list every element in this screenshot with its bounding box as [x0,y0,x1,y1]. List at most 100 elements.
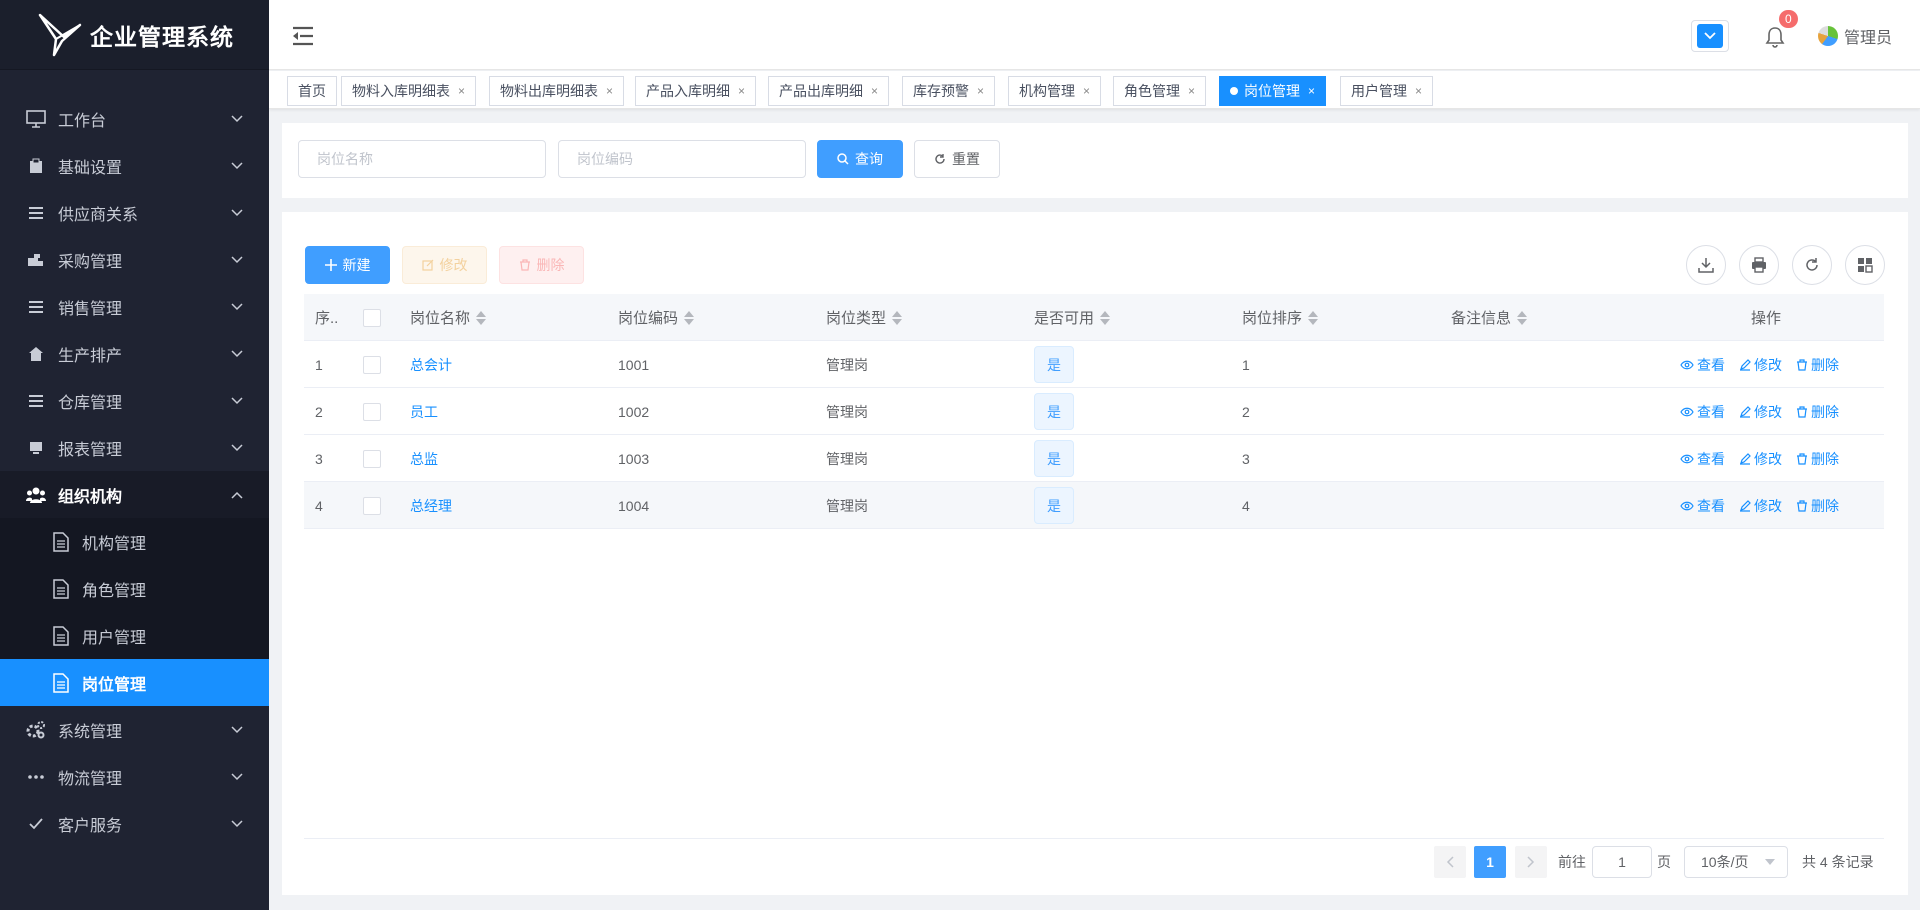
query-button[interactable]: 查询 [817,140,903,178]
header-type-cell[interactable]: 岗位类型 [826,294,903,341]
cell-name-link[interactable]: 总经理 [410,482,452,529]
header-code-cell[interactable]: 岗位编码 [618,294,695,341]
position-name-input[interactable]: 岗位名称 [298,140,546,178]
tab-user-management[interactable]: 用户管理 × [1340,76,1434,106]
sort-icon[interactable] [476,310,487,325]
page-size-select[interactable]: 10条/页 [1684,846,1788,878]
close-icon[interactable]: × [1188,84,1195,98]
next-page-button[interactable] [1515,846,1547,878]
collapse-menu-icon[interactable] [291,25,315,47]
header-name-cell[interactable]: 岗位名称 [410,294,487,341]
cell-name-link[interactable]: 员工 [410,388,438,435]
delete-link[interactable]: 删除 [1796,449,1839,469]
edit-link[interactable]: 修改 [1739,402,1782,422]
row-checkbox[interactable] [363,355,381,374]
delete-button[interactable]: 删除 [499,246,584,284]
cell-name-link[interactable]: 总监 [410,435,438,482]
view-link[interactable]: 查看 [1680,402,1725,422]
header-enabled-cell[interactable]: 是否可用 [1034,294,1111,341]
sidebar-item-organization[interactable]: 组织机构 [0,471,269,518]
sidebar-item-user-management[interactable]: 用户管理 [0,612,269,659]
tab-home[interactable]: 首页 [287,76,337,106]
delete-link[interactable]: 删除 [1796,402,1839,422]
select-all-checkbox[interactable] [363,308,381,327]
goto-page-input[interactable]: 1 [1592,846,1652,878]
sidebar-item-customer-service[interactable]: 客户服务 [0,800,269,847]
user-menu[interactable]: 管理员 [1818,24,1892,48]
plus-icon [324,259,337,271]
view-link[interactable]: 查看 [1680,449,1725,469]
edit-link[interactable]: 修改 [1739,449,1782,469]
refresh-button[interactable] [1792,245,1832,285]
edit-button[interactable]: 修改 [402,246,487,284]
sort-icon[interactable] [1100,310,1111,325]
tab-product-out[interactable]: 产品出库明细 × [768,76,890,106]
table-row[interactable]: 4 总经理 1004 管理岗 是 4 查看 修改 删除 [304,482,1884,529]
table-row[interactable]: 2 员工 1002 管理岗 是 2 查看 修改 删除 [304,388,1884,435]
sidebar-item-sales[interactable]: 销售管理 [0,283,269,330]
sidebar-item-logistics[interactable]: 物流管理 [0,753,269,800]
row-checkbox[interactable] [363,449,381,468]
header-sort-cell[interactable]: 岗位排序 [1242,294,1319,341]
tab-role-management[interactable]: 角色管理 × [1113,76,1207,106]
view-link[interactable]: 查看 [1680,355,1725,375]
close-icon[interactable]: × [977,84,984,98]
sidebar-item-suppliers[interactable]: 供应商关系 [0,189,269,236]
sidebar-item-position-management[interactable]: 岗位管理 [0,659,269,706]
sidebar-item-system[interactable]: 系统管理 [0,706,269,753]
view-link[interactable]: 查看 [1680,496,1725,516]
row-checkbox[interactable] [363,402,381,421]
export-button[interactable] [1686,245,1726,285]
close-icon[interactable]: × [738,84,745,98]
header-sort: 岗位排序 [1242,310,1303,327]
table-row[interactable]: 1 总会计 1001 管理岗 是 1 查看 修改 删除 [304,341,1884,388]
sidebar-item-org-management[interactable]: 机构管理 [0,518,269,565]
tab-org-management[interactable]: 机构管理 × [1008,76,1102,106]
header-dropdown[interactable] [1691,20,1729,52]
columns-button[interactable] [1845,245,1885,285]
sort-icon[interactable] [684,310,695,325]
delete-link[interactable]: 删除 [1796,355,1839,375]
sidebar-item-role-management[interactable]: 角色管理 [0,565,269,612]
position-code-input[interactable]: 岗位编码 [558,140,806,178]
sort-icon[interactable] [1308,310,1319,325]
page-number-current[interactable]: 1 [1474,846,1506,878]
delete-button-label: 删除 [536,257,565,273]
cell-sort: 3 [1242,450,1250,467]
close-icon[interactable]: × [1308,84,1315,98]
sidebar-item-workbench[interactable]: 工作台 [0,95,269,142]
table-row[interactable]: 3 总监 1003 管理岗 是 3 查看 修改 删除 [304,435,1884,482]
close-icon[interactable]: × [1083,84,1090,98]
close-icon[interactable]: × [458,84,465,98]
sidebar-item-label: 销售管理 [58,300,123,318]
bell-icon[interactable] [1765,26,1785,48]
tab-material-out[interactable]: 物料出库明细表 × [489,76,625,106]
reset-button[interactable]: 重置 [914,140,1000,178]
sidebar-item-production[interactable]: 生产排产 [0,330,269,377]
edit-link[interactable]: 修改 [1739,496,1782,516]
edit-link[interactable]: 修改 [1739,355,1782,375]
new-button[interactable]: 新建 [305,246,390,284]
close-icon[interactable]: × [1415,84,1422,98]
header-remark-cell[interactable]: 备注信息 [1451,294,1528,341]
sidebar-item-purchasing[interactable]: 采购管理 [0,236,269,283]
print-button[interactable] [1739,245,1779,285]
tab-material-in[interactable]: 物料入库明细表 × [341,76,477,106]
sort-icon[interactable] [892,310,903,325]
cell-name-link[interactable]: 总会计 [410,341,452,388]
sidebar-item-basic-settings[interactable]: 基础设置 [0,142,269,189]
cell-type: 管理岗 [826,356,868,373]
tab-position-management[interactable]: 岗位管理 × [1219,76,1327,106]
tab-product-in[interactable]: 产品入库明细 × [635,76,757,106]
view-label: 查看 [1697,450,1725,467]
prev-page-button[interactable] [1434,846,1466,878]
sidebar-item-label: 报表管理 [58,441,123,459]
tab-stock-warning[interactable]: 库存预警 × [902,76,996,106]
delete-link[interactable]: 删除 [1796,496,1839,516]
row-checkbox[interactable] [363,496,381,515]
sort-icon[interactable] [1517,310,1528,325]
sidebar-item-reports[interactable]: 报表管理 [0,424,269,471]
close-icon[interactable]: × [606,84,613,98]
close-icon[interactable]: × [871,84,878,98]
sidebar-item-warehouse[interactable]: 仓库管理 [0,377,269,424]
